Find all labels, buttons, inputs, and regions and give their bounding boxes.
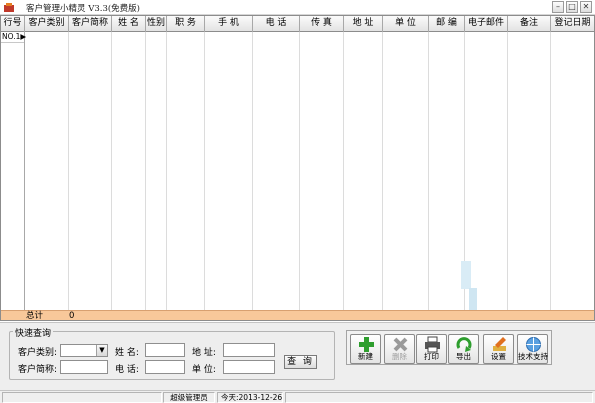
phone-label: 电 话: <box>115 365 139 375</box>
col-header-mobile[interactable]: 手 机 <box>205 16 253 32</box>
settings-button[interactable]: 设置 <box>483 334 514 364</box>
col-header-email[interactable]: 电子邮件 <box>465 16 508 32</box>
phone-input[interactable] <box>145 360 185 374</box>
col-header-gender[interactable]: 性别 <box>146 16 167 32</box>
row-header-column <box>1 32 25 311</box>
col-header-phone[interactable]: 电 话 <box>253 16 300 32</box>
col-header-row-no[interactable]: 行号 <box>1 16 25 32</box>
name-input[interactable] <box>145 343 185 357</box>
name-label: 姓 名: <box>115 348 139 358</box>
summary-count: 0 <box>69 311 75 321</box>
status-bar: 超级管理员 今天:2013-12-26 <box>0 390 595 403</box>
bottom-panel: 客户类别: ▼ 姓 名: 地 址: 客户简称: 电 话: 单 位: 快速查询 查… <box>0 322 595 390</box>
short-name-input[interactable] <box>60 360 108 374</box>
status-user: 超级管理员 <box>163 392 215 403</box>
export-button-label: 导出 <box>456 352 471 361</box>
col-header-reg-date[interactable]: 登记日期 <box>551 16 594 32</box>
grid-line <box>550 32 551 311</box>
address-input[interactable] <box>223 343 275 357</box>
col-header-name[interactable]: 姓 名 <box>112 16 146 32</box>
grid-line <box>428 32 429 311</box>
title-bar: 客户管理小精灵 V3.3(免费版) – □ ✕ <box>0 0 595 15</box>
minimize-button[interactable]: – <box>552 1 564 13</box>
address-label: 地 址: <box>192 348 216 358</box>
grid-line <box>166 32 167 311</box>
tech-support-button[interactable]: 技术支持 <box>517 334 548 364</box>
window-title: 客户管理小精灵 V3.3(免费版) <box>26 4 140 14</box>
col-header-postcode[interactable]: 邮 编 <box>429 16 465 32</box>
close-button[interactable]: ✕ <box>580 1 592 13</box>
status-date: 今天:2013-12-26 <box>217 392 283 403</box>
summary-row: 总计 0 <box>1 310 594 321</box>
status-panel-empty <box>2 392 162 403</box>
customer-grid[interactable]: 行号 客户类别 客户简称 姓 名 性别 职 务 手 机 电 话 传 真 地 址 … <box>0 15 595 321</box>
grid-line <box>204 32 205 311</box>
grid-line <box>68 32 69 311</box>
grid-header: 行号 客户类别 客户简称 姓 名 性别 职 务 手 机 电 话 传 真 地 址 … <box>1 16 594 32</box>
grid-line <box>111 32 112 311</box>
col-header-short-name[interactable]: 客户简称 <box>69 16 112 32</box>
unit-label: 单 位: <box>192 365 216 375</box>
app-icon <box>4 3 14 12</box>
delete-button-label: 删除 <box>392 352 407 361</box>
col-header-position[interactable]: 职 务 <box>167 16 205 32</box>
tech-support-button-label: 技术支持 <box>518 352 548 361</box>
maximize-button[interactable]: □ <box>566 1 578 13</box>
col-header-unit[interactable]: 单 位 <box>383 16 429 32</box>
grid-line <box>252 32 253 311</box>
settings-button-label: 设置 <box>491 352 506 361</box>
col-header-category[interactable]: 客户类别 <box>25 16 69 32</box>
print-button[interactable]: 打印 <box>416 334 447 364</box>
quick-query-legend: 快速查询 <box>13 326 54 339</box>
chevron-down-icon[interactable]: ▼ <box>96 345 107 356</box>
grid-line <box>343 32 344 311</box>
grid-line <box>145 32 146 311</box>
col-header-remark[interactable]: 备注 <box>508 16 551 32</box>
current-row-indicator[interactable]: NO.1▶ <box>1 32 26 43</box>
summary-label: 总计 <box>26 311 44 321</box>
short-name-label: 客户简称: <box>18 365 58 375</box>
category-label: 客户类别: <box>18 348 58 358</box>
export-button[interactable]: 导出 <box>448 334 479 364</box>
query-button[interactable]: 查 询 <box>284 355 317 369</box>
status-panel-blank <box>285 392 593 403</box>
decorative-block <box>461 261 471 289</box>
unit-input[interactable] <box>223 360 275 374</box>
grid-line <box>507 32 508 311</box>
toolbar: 新建 删除 打印 导出 设置 技术支持 <box>346 330 552 365</box>
grid-line <box>382 32 383 311</box>
new-button[interactable]: 新建 <box>350 334 381 364</box>
new-button-label: 新建 <box>358 352 373 361</box>
print-button-label: 打印 <box>424 352 439 361</box>
category-select[interactable]: ▼ <box>60 344 108 357</box>
delete-button[interactable]: 删除 <box>384 334 415 364</box>
col-header-fax[interactable]: 传 真 <box>300 16 344 32</box>
col-header-address[interactable]: 地 址 <box>344 16 383 32</box>
grid-line <box>299 32 300 311</box>
